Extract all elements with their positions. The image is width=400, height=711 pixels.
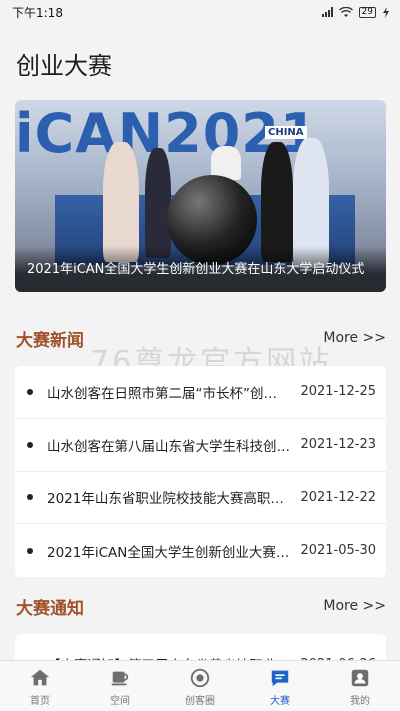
- banner-china-label: CHINA: [265, 126, 307, 139]
- status-bar: 下午1:18 29: [0, 0, 400, 24]
- tab-label: 空间: [110, 696, 130, 707]
- signal-icon: [321, 7, 333, 17]
- notice-section-header: 大赛通知 More >>: [16, 594, 386, 619]
- battery-level: 29: [361, 6, 373, 17]
- bottom-tab-bar: 首页 空间 创客圈 大赛 我的: [0, 660, 400, 711]
- notice-section-title: 大赛通知: [16, 598, 84, 619]
- tab-label: 我的: [350, 696, 370, 707]
- battery-icon: 29: [358, 6, 376, 18]
- cup-icon: [111, 671, 129, 686]
- notice-more-link[interactable]: More >>: [323, 598, 386, 614]
- news-item-title: 山水创客在日照市第二届“市长杯”创新创业大赛中获奖: [47, 385, 291, 402]
- banner-caption[interactable]: 2021年iCAN全国大学生创新创业大赛在山东大学启动仪式: [15, 246, 386, 292]
- home-icon: [30, 669, 50, 686]
- tab-competition[interactable]: 大赛: [240, 661, 320, 707]
- tab-label: 首页: [30, 696, 50, 707]
- news-list: 山水创客在日照市第二届“市长杯”创新创业大赛中获奖 2021-12-25 山水创…: [15, 366, 386, 577]
- tab-label: 大赛: [270, 696, 290, 707]
- news-item-title: 山水创客在第八届山东省大学生科技创新大赛中获奖: [47, 438, 290, 455]
- charging-icon: [383, 6, 389, 18]
- news-item-date: 2021-05-30: [300, 543, 376, 559]
- banner-person: [145, 148, 171, 258]
- tab-mine[interactable]: 我的: [320, 661, 400, 707]
- news-section-title: 大赛新闻: [16, 330, 84, 351]
- news-item-date: 2021-12-25: [300, 384, 376, 400]
- banner-carousel[interactable]: iCAN2021 CHINA 2021年iCAN全国大学生创新创业大赛在山东大学…: [15, 100, 386, 292]
- bullet-icon: [27, 388, 33, 395]
- news-item-title: 2021年iCAN全国大学生创新创业大赛启动: [47, 544, 291, 561]
- status-icons: 29: [321, 6, 390, 18]
- news-item[interactable]: 山水创客在第八届山东省大学生科技创新大赛中获奖 2021-12-23: [15, 419, 386, 472]
- news-item-date: 2021-12-22: [300, 489, 376, 505]
- status-time: 下午1:18: [12, 5, 63, 20]
- message-icon: [271, 670, 289, 687]
- news-item[interactable]: 2021年山东省职业院校技能大赛高职组比赛 2021-12-22: [15, 472, 386, 525]
- tab-label: 创客圈: [185, 696, 215, 707]
- bullet-icon: [27, 494, 33, 501]
- tab-maker-circle[interactable]: 创客圈: [160, 661, 240, 707]
- bullet-icon: [27, 441, 33, 448]
- news-item[interactable]: 山水创客在日照市第二届“市长杯”创新创业大赛中获奖 2021-12-25: [15, 366, 386, 419]
- tab-space[interactable]: 空间: [80, 661, 160, 707]
- banner-person: [261, 142, 293, 262]
- news-more-link[interactable]: More >>: [323, 330, 386, 346]
- tab-home[interactable]: 首页: [0, 661, 80, 707]
- circle-icon: [190, 668, 210, 688]
- banner-person: [103, 142, 139, 262]
- news-item[interactable]: 2021年iCAN全国大学生创新创业大赛启动 2021-05-30: [15, 524, 386, 577]
- page-title: 创业大赛: [16, 52, 112, 80]
- bullet-icon: [27, 547, 33, 554]
- news-item-title: 2021年山东省职业院校技能大赛高职组比赛: [47, 491, 291, 508]
- user-icon: [351, 669, 369, 687]
- wifi-icon: [338, 6, 353, 17]
- news-item-date: 2021-12-23: [300, 437, 376, 453]
